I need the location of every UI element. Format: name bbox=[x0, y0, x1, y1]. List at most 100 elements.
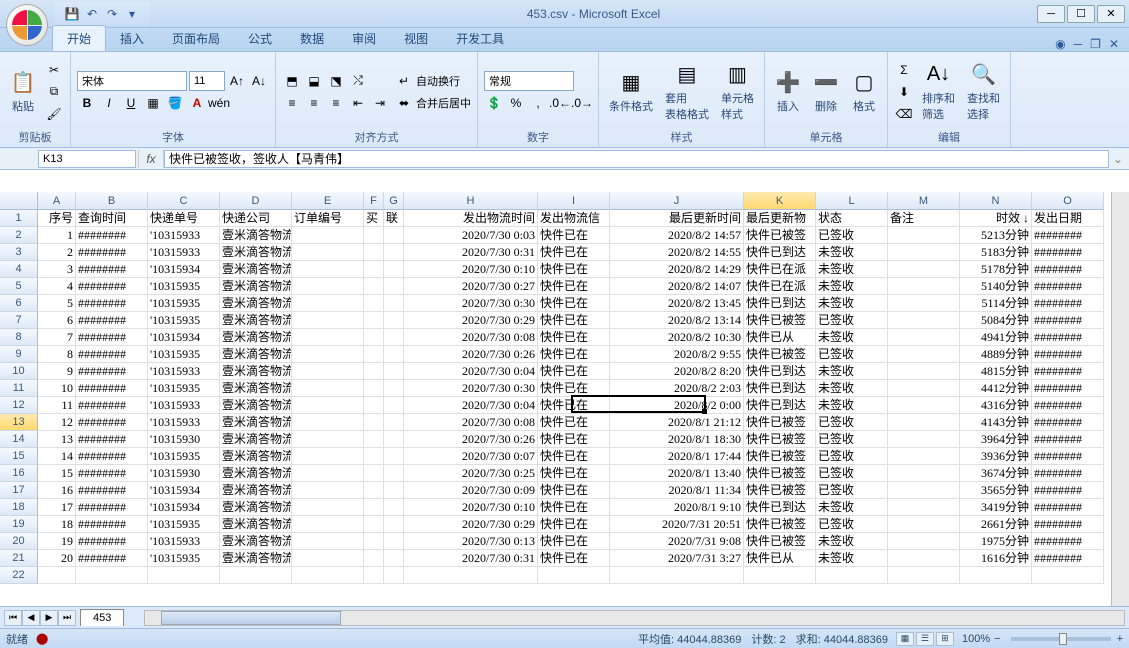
cell[interactable]: 壹米滴答物流 bbox=[220, 516, 292, 533]
cell[interactable]: 17 bbox=[38, 499, 76, 516]
copy-icon[interactable]: ⧉ bbox=[44, 82, 64, 102]
col-header-A[interactable]: A bbox=[38, 192, 76, 210]
cell[interactable]: 快件已被签 bbox=[744, 533, 816, 550]
cell[interactable]: ######## bbox=[76, 244, 148, 261]
cell[interactable] bbox=[292, 482, 364, 499]
cell[interactable]: 2020/7/30 0:30 bbox=[404, 295, 538, 312]
cell[interactable]: 2020/8/1 13:40 bbox=[610, 465, 744, 482]
cell[interactable] bbox=[364, 278, 384, 295]
align-bot-icon[interactable]: ⬔ bbox=[326, 71, 346, 91]
cell[interactable] bbox=[384, 227, 404, 244]
cell[interactable] bbox=[384, 499, 404, 516]
cell[interactable]: ######## bbox=[76, 261, 148, 278]
cell[interactable]: ######## bbox=[1032, 329, 1104, 346]
cell[interactable]: 2020/8/2 14:57 bbox=[610, 227, 744, 244]
fx-button[interactable]: fx bbox=[138, 150, 164, 168]
cell[interactable]: 已签收 bbox=[816, 431, 888, 448]
cell[interactable]: ######## bbox=[1032, 533, 1104, 550]
cell[interactable]: 5114分钟 bbox=[960, 295, 1032, 312]
cell[interactable] bbox=[384, 397, 404, 414]
number-format-combo[interactable] bbox=[484, 71, 574, 91]
sheet-first-icon[interactable]: ⏮ bbox=[4, 610, 22, 626]
cell[interactable]: 未签收 bbox=[816, 499, 888, 516]
currency-icon[interactable]: 💲 bbox=[484, 93, 504, 113]
cell[interactable] bbox=[364, 550, 384, 567]
row-header-16[interactable]: 16 bbox=[0, 465, 38, 482]
cell[interactable] bbox=[888, 431, 960, 448]
border-icon[interactable]: ▦ bbox=[143, 93, 163, 113]
cell[interactable] bbox=[292, 431, 364, 448]
cell[interactable]: 快件已被签 bbox=[744, 431, 816, 448]
row-header-20[interactable]: 20 bbox=[0, 533, 38, 550]
save-icon[interactable]: 💾 bbox=[64, 6, 80, 22]
cell[interactable]: 2020/7/30 0:31 bbox=[404, 550, 538, 567]
cell[interactable]: 壹米滴答物流 bbox=[220, 431, 292, 448]
row-header-2[interactable]: 2 bbox=[0, 227, 38, 244]
cell[interactable] bbox=[744, 567, 816, 584]
cell[interactable]: 壹米滴答物流 bbox=[220, 380, 292, 397]
cell[interactable]: 快件已在派 bbox=[744, 261, 816, 278]
cell[interactable]: 3674分钟 bbox=[960, 465, 1032, 482]
cell[interactable] bbox=[888, 261, 960, 278]
cell[interactable]: ######## bbox=[76, 499, 148, 516]
cell[interactable]: 未签收 bbox=[816, 363, 888, 380]
cell[interactable]: 2020/8/2 2:03 bbox=[610, 380, 744, 397]
cond-format-button[interactable]: ▦条件格式 bbox=[605, 68, 657, 116]
cell[interactable]: 未签收 bbox=[816, 397, 888, 414]
find-button[interactable]: 🔍查找和 选择 bbox=[963, 60, 1004, 124]
cell[interactable]: 序号 bbox=[38, 210, 76, 227]
cell[interactable] bbox=[364, 499, 384, 516]
row-header-12[interactable]: 12 bbox=[0, 397, 38, 414]
cell[interactable]: ######## bbox=[1032, 397, 1104, 414]
cell[interactable] bbox=[364, 431, 384, 448]
font-color-icon[interactable]: A bbox=[187, 93, 207, 113]
cell[interactable]: ######## bbox=[1032, 312, 1104, 329]
cell[interactable]: 7 bbox=[38, 329, 76, 346]
minimize-button[interactable]: ─ bbox=[1037, 5, 1065, 23]
cell[interactable]: 快件已在 bbox=[538, 465, 610, 482]
cell[interactable]: 未签收 bbox=[816, 278, 888, 295]
cell[interactable]: 快递单号 bbox=[148, 210, 220, 227]
delete-button[interactable]: ➖删除 bbox=[809, 68, 843, 116]
col-header-N[interactable]: N bbox=[960, 192, 1032, 210]
cell[interactable]: 快件已到达 bbox=[744, 244, 816, 261]
cell[interactable]: ######## bbox=[76, 431, 148, 448]
cell[interactable]: 快件已被签 bbox=[744, 312, 816, 329]
sheet-last-icon[interactable]: ⏭ bbox=[58, 610, 76, 626]
cell[interactable]: '10315935 bbox=[148, 295, 220, 312]
cell[interactable]: '10315933 bbox=[148, 414, 220, 431]
align-left-icon[interactable]: ≡ bbox=[282, 93, 302, 113]
cell[interactable] bbox=[888, 414, 960, 431]
cell[interactable]: ######## bbox=[76, 550, 148, 567]
cell[interactable] bbox=[384, 278, 404, 295]
cell[interactable] bbox=[888, 380, 960, 397]
qat-dropdown-icon[interactable]: ▾ bbox=[124, 6, 140, 22]
row-header-21[interactable]: 21 bbox=[0, 550, 38, 567]
cell[interactable] bbox=[220, 567, 292, 584]
col-header-K[interactable]: K bbox=[744, 192, 816, 210]
cell[interactable]: 5140分钟 bbox=[960, 278, 1032, 295]
cell[interactable]: 快件已在 bbox=[538, 550, 610, 567]
inc-dec-icon[interactable]: .0← bbox=[550, 93, 570, 113]
cell[interactable]: 快件已被签 bbox=[744, 346, 816, 363]
cell[interactable] bbox=[364, 414, 384, 431]
cell[interactable]: 未签收 bbox=[816, 329, 888, 346]
cell[interactable] bbox=[148, 567, 220, 584]
cell[interactable]: ######## bbox=[76, 465, 148, 482]
cell[interactable]: 2020/7/30 0:13 bbox=[404, 533, 538, 550]
cell[interactable]: 2020/7/30 0:26 bbox=[404, 431, 538, 448]
col-header-I[interactable]: I bbox=[538, 192, 610, 210]
cell[interactable]: 发出物流信 bbox=[538, 210, 610, 227]
cell[interactable]: 2020/8/2 14:07 bbox=[610, 278, 744, 295]
cell[interactable] bbox=[292, 244, 364, 261]
cell[interactable] bbox=[888, 397, 960, 414]
row-header-19[interactable]: 19 bbox=[0, 516, 38, 533]
cell[interactable] bbox=[292, 397, 364, 414]
cell[interactable] bbox=[364, 312, 384, 329]
grid-cells[interactable]: 序号查询时间快递单号快递公司订单编号买联发出物流时间发出物流信最后更新时间最后更… bbox=[38, 210, 1111, 588]
cell[interactable] bbox=[292, 261, 364, 278]
cell[interactable]: 8 bbox=[38, 346, 76, 363]
cell[interactable]: 快件已在 bbox=[538, 244, 610, 261]
cell[interactable] bbox=[384, 516, 404, 533]
cell[interactable]: 5 bbox=[38, 295, 76, 312]
